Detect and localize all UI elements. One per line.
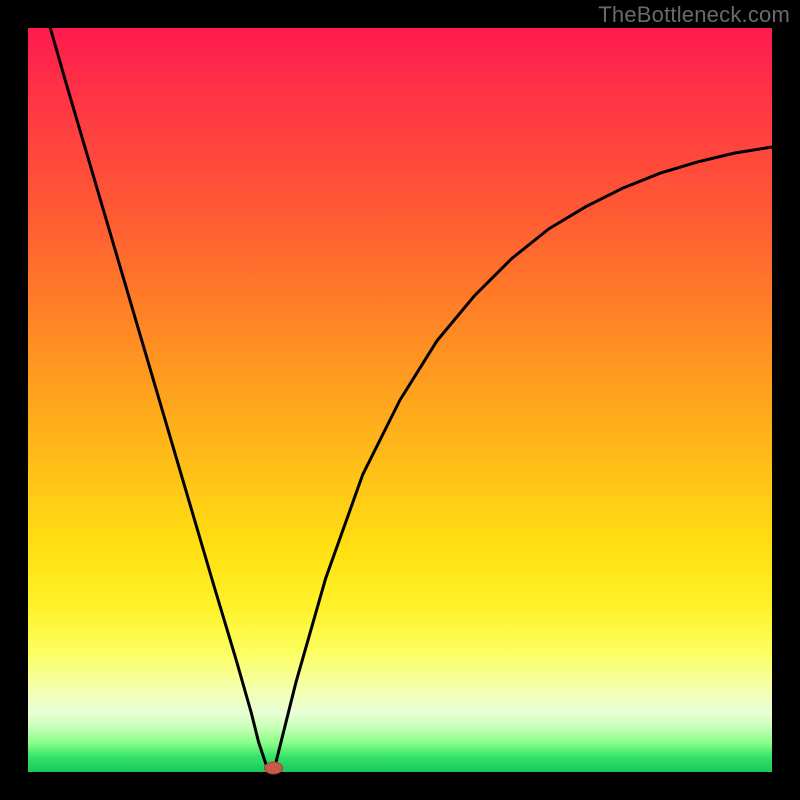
- minimum-marker: [265, 762, 283, 774]
- bottleneck-curve: [50, 28, 772, 772]
- plot-area: [28, 28, 772, 772]
- curve-svg: [28, 28, 772, 772]
- watermark-text: TheBottleneck.com: [598, 2, 790, 28]
- chart-frame: TheBottleneck.com: [0, 0, 800, 800]
